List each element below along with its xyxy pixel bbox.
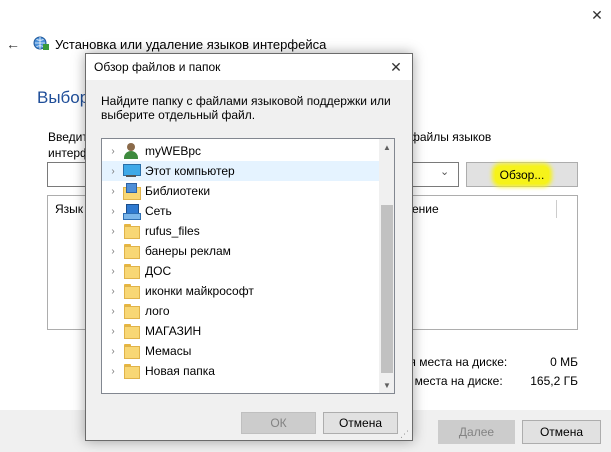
list-header-language: Язык bbox=[55, 202, 84, 216]
tree-item-network[interactable]: › Сеть bbox=[102, 201, 380, 221]
chevron-right-icon[interactable]: › bbox=[106, 206, 120, 217]
scrollbar-thumb[interactable] bbox=[381, 205, 393, 373]
chevron-right-icon[interactable]: › bbox=[106, 286, 120, 297]
tree-item-folder[interactable]: › банеры реклам bbox=[102, 241, 380, 261]
resize-grip-icon[interactable]: ⋰ bbox=[400, 429, 410, 439]
network-icon bbox=[123, 203, 141, 220]
folder-icon bbox=[123, 363, 141, 379]
folder-icon bbox=[123, 323, 141, 339]
tree-item-label: Мемасы bbox=[145, 344, 192, 358]
tree-item-folder[interactable]: › Новая папка bbox=[102, 361, 380, 381]
wizard-cancel-button[interactable]: Отмена bbox=[522, 420, 601, 444]
tree-item-folder[interactable]: › Мемасы bbox=[102, 341, 380, 361]
chevron-right-icon[interactable]: › bbox=[106, 346, 120, 357]
tree-item-label: Сеть bbox=[145, 204, 172, 218]
chevron-right-icon[interactable]: › bbox=[106, 366, 120, 377]
tree-item-label: банеры реклам bbox=[145, 244, 231, 258]
chevron-right-icon[interactable]: › bbox=[106, 306, 120, 317]
library-icon bbox=[123, 183, 141, 200]
folder-icon bbox=[123, 303, 141, 319]
browse-button[interactable]: Обзор... bbox=[466, 162, 578, 187]
chevron-right-icon[interactable]: › bbox=[106, 246, 120, 257]
chevron-down-icon[interactable]: ⌄ bbox=[440, 165, 449, 178]
computer-icon bbox=[123, 163, 141, 179]
browse-dialog: Обзор файлов и папок ✕ Найдите папку с ф… bbox=[85, 53, 413, 441]
tree-item-label: myWEBpc bbox=[145, 144, 202, 158]
back-arrow-icon[interactable]: ← bbox=[6, 36, 20, 52]
chevron-right-icon[interactable]: › bbox=[106, 266, 120, 277]
dialog-close-button[interactable]: ✕ bbox=[384, 56, 408, 78]
wizard-title: Установка или удаление языков интерфейса bbox=[55, 37, 327, 52]
user-icon bbox=[123, 143, 141, 159]
tree-item-libraries[interactable]: › Библиотеки bbox=[102, 181, 380, 201]
tree-item-label: Библиотеки bbox=[145, 184, 211, 198]
tree-item-folder[interactable]: › rufus_files bbox=[102, 221, 380, 241]
tree-item-label: Этот компьютер bbox=[145, 164, 235, 178]
wizard-instruction-left: Введит интерф bbox=[48, 130, 86, 160]
space-required-value: 0 МБ bbox=[550, 355, 578, 369]
chevron-right-icon[interactable]: › bbox=[106, 226, 120, 237]
column-divider[interactable] bbox=[556, 200, 557, 218]
list-header-status: ение bbox=[412, 202, 439, 216]
chevron-right-icon[interactable]: › bbox=[106, 186, 120, 197]
tree-item-folder[interactable]: › МАГАЗИН bbox=[102, 321, 380, 341]
tree-item-this-pc[interactable]: › Этот компьютер bbox=[102, 161, 380, 181]
ok-button[interactable]: ОК bbox=[241, 412, 316, 434]
chevron-right-icon[interactable]: › bbox=[106, 326, 120, 337]
wizard-heading: Выбор bbox=[37, 88, 85, 107]
tree-item-folder[interactable]: › ДОС bbox=[102, 261, 380, 281]
folder-icon bbox=[123, 223, 141, 239]
folder-icon bbox=[123, 343, 141, 359]
dialog-cancel-button[interactable]: Отмена bbox=[323, 412, 398, 434]
window-close-button[interactable]: ✕ bbox=[588, 6, 606, 24]
tree-item-label: rufus_files bbox=[145, 224, 200, 238]
dialog-title: Обзор файлов и папок bbox=[94, 60, 221, 74]
tree-item-label: МАГАЗИН bbox=[145, 324, 202, 338]
language-globe-icon bbox=[33, 36, 49, 50]
tree-item-label: лого bbox=[145, 304, 170, 318]
space-available-value: 165,2 ГБ bbox=[530, 374, 578, 388]
tree-scrollbar[interactable]: ▲ ▼ bbox=[379, 139, 394, 393]
wizard-instruction-right: файлы языков bbox=[410, 130, 492, 144]
space-available-label: но места на диске: bbox=[398, 374, 503, 388]
tree-item-label: иконки майкрософт bbox=[145, 284, 254, 298]
folder-icon bbox=[123, 283, 141, 299]
dialog-instruction: Найдите папку с файлами языковой поддерж… bbox=[101, 94, 391, 122]
chevron-right-icon[interactable]: › bbox=[106, 146, 120, 157]
space-required-label: тся места на диске: bbox=[398, 355, 508, 369]
folder-icon bbox=[123, 243, 141, 259]
chevron-right-icon[interactable]: › bbox=[106, 166, 120, 177]
tree-item-folder[interactable]: › иконки майкрософт bbox=[102, 281, 380, 301]
scroll-up-arrow-icon[interactable]: ▲ bbox=[379, 139, 394, 155]
scroll-down-arrow-icon[interactable]: ▼ bbox=[379, 377, 394, 393]
folder-tree[interactable]: › myWEBpc › Этот компьютер › Библиотеки … bbox=[101, 138, 395, 394]
tree-item-label: Новая папка bbox=[145, 364, 215, 378]
tree-item-label: ДОС bbox=[145, 264, 172, 278]
dialog-titlebar[interactable]: Обзор файлов и папок ✕ bbox=[86, 54, 412, 80]
folder-icon bbox=[123, 263, 141, 279]
tree-item-folder[interactable]: › лого bbox=[102, 301, 380, 321]
tree-item-mywebpc[interactable]: › myWEBpc bbox=[102, 141, 380, 161]
next-button[interactable]: Далее bbox=[438, 420, 515, 444]
